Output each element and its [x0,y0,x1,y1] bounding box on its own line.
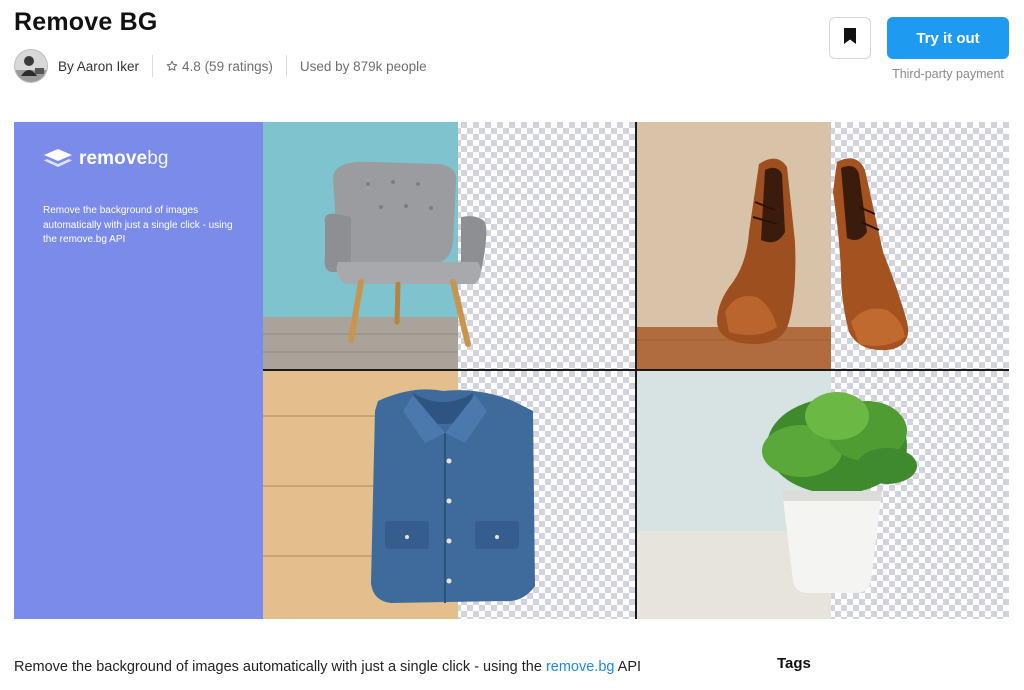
bookmark-button[interactable] [829,17,871,59]
brand-suffix: bg [147,148,169,169]
rating: 4.8 (59 ratings) [166,59,273,74]
usage-count: Used by 879k people [299,58,427,74]
layers-icon [44,149,72,167]
meta-divider [285,55,287,77]
shoes-tile [637,122,1009,369]
shirt-tile [263,371,635,619]
tags-heading: Tags [777,655,811,672]
promo-panel: removebg Remove the background of images… [14,122,263,619]
page-title: Remove BG [14,8,158,36]
plant-tile [637,371,1009,619]
try-it-out-button[interactable]: Try it out [887,17,1009,59]
description-text: Remove the background of images automati… [14,659,546,675]
author-name[interactable]: By Aaron Iker [58,59,139,74]
removebg-link[interactable]: remove.bg [546,659,615,675]
before-after-grid [263,122,1009,619]
meta-divider [152,55,154,77]
brand-name: removebg [79,148,169,170]
plugin-description: Remove the background of images automati… [14,654,684,680]
plugin-meta: By Aaron Iker 4.8 (59 ratings) Used by 8… [14,48,427,84]
promo-text: Remove the background of images automati… [43,205,233,245]
description-text-end: API [614,659,642,675]
removebg-logo: removebg [43,148,169,170]
hero-image: removebg Remove the background of images… [14,122,1009,619]
star-icon [166,60,178,72]
grid-divider-horizontal [263,369,1009,371]
payment-note: Third-party payment [892,67,1004,81]
rating-text: 4.8 (59 ratings) [182,58,273,74]
chair-tile [263,122,635,369]
bookmark-icon [843,27,857,50]
author-avatar[interactable] [14,49,48,83]
brand-main: remove [79,148,148,169]
